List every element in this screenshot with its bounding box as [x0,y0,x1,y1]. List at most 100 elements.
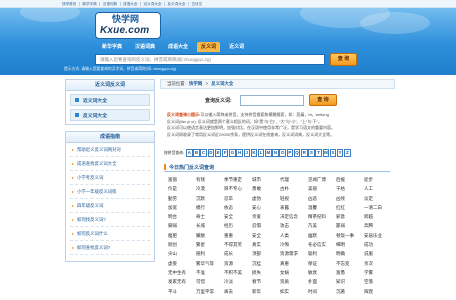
hot-word-link[interactable]: 如实 [280,287,308,296]
hot-word-link[interactable]: 虚妄 [168,259,196,268]
letter-button[interactable]: T [315,149,322,157]
hot-word-link[interactable]: 伶是 [168,184,196,193]
hot-word-link[interactable]: 沉挂 [252,259,280,268]
hot-word-link[interactable]: 损失 [252,268,280,277]
hot-word-link[interactable]: 虚伪 [252,194,280,203]
letter-button[interactable]: G [229,149,236,157]
hot-word-link[interactable]: 干枯 [336,184,364,193]
letter-button[interactable]: R [301,149,308,157]
hot-word-link[interactable]: 勇敢 [252,184,280,193]
hot-word-link[interactable]: 邪意 [336,212,364,221]
guide-item[interactable]: 小学一年级反义词练 [70,185,150,199]
hot-word-link[interactable]: 城市 [252,175,280,184]
guide-item[interactable]: 四年级反义词 [70,199,150,213]
top-link-xinhua[interactable]: 新华字典 [78,1,99,6]
hot-word-link[interactable]: 决定信念 [280,212,308,221]
letter-button[interactable]: A [186,149,193,157]
hot-word-link[interactable]: 表露 [280,203,308,212]
hot-word-link[interactable]: 乃美 [308,221,336,230]
hot-word-link[interactable]: 亲爱 [252,212,280,221]
guide-item[interactable]: 如何查找反义词? [70,241,150,255]
hot-word-link[interactable]: 模行 [196,203,224,212]
hot-word-link[interactable]: 安心 [252,203,280,212]
letter-button[interactable]: Z [344,149,351,157]
hot-word-link[interactable]: 季节重定 [224,175,252,184]
hot-word-link[interactable]: 轻视 [280,194,308,203]
letter-button[interactable]: D [207,149,215,157]
hot-word-link[interactable]: 冷漠 [196,184,224,193]
hot-word-link[interactable]: 后援 [336,175,364,184]
hot-word-link[interactable]: 学雾 [364,268,392,277]
top-link-synonym[interactable]: 近义词大全 [140,1,164,6]
sidebar-item-synonyms[interactable]: 近义词大全 [70,94,150,106]
hot-word-link[interactable]: 长城 [196,221,224,230]
hot-word-link[interactable]: 凶恶 [308,194,336,203]
hot-word-link[interactable]: 奔腾 [364,221,392,230]
letter-button[interactable]: P [286,149,294,157]
letter-button[interactable]: X [329,149,337,157]
hot-word-link[interactable]: 徒步 [364,175,392,184]
hot-word-link[interactable]: 细明 [336,240,364,249]
hot-word-link[interactable]: 温馨 [308,203,336,212]
hot-word-link[interactable]: 离去 [224,287,252,296]
hot-word-link[interactable]: 随利 [196,249,224,258]
hot-word-link[interactable]: 繁星 [196,240,224,249]
hot-word-link[interactable]: 空落 [364,277,392,286]
hot-word-link[interactable]: 尖山 [168,249,196,258]
guide-item[interactable]: 如何反义词什么 [70,227,150,241]
hot-word-link[interactable]: 知识 [336,277,364,286]
hot-word-link[interactable]: 真重 [280,259,308,268]
hot-word-link[interactable]: 脚弱 [168,221,196,230]
letter-button[interactable]: K [250,149,258,157]
hot-word-link[interactable]: 一清二白 [364,203,392,212]
hot-word-link[interactable]: 勤劳 [168,194,196,203]
top-link-chengyu[interactable]: 成语大全 [119,1,140,6]
hot-word-link[interactable]: 精茶纪料 [308,212,336,221]
hot-word-link[interactable]: 凶残 [336,194,364,203]
hot-word-link[interactable]: 真实 [252,240,280,249]
hot-word-link[interactable]: 成功 [364,240,392,249]
hot-word-link[interactable]: 万里平常 [196,287,224,296]
hot-word-link[interactable]: 顶部 [252,249,280,258]
hot-word-link[interactable]: 平斗 [168,287,196,296]
antonym-search-button[interactable]: 查 询 [309,94,337,106]
hot-word-link[interactable]: 目不专心 [224,184,252,193]
hot-word-link[interactable]: 幽默 [308,231,336,240]
hot-word-link[interactable]: 发家无有 [168,277,196,286]
top-link-antonym[interactable]: 反义词大全 [163,1,188,6]
hot-word-link[interactable]: 不积不美 [224,268,252,277]
hot-word-link[interactable]: 重重 [224,231,252,240]
hot-word-link[interactable]: 见闻广博 [308,175,336,184]
guide-item[interactable]: 小学考反义词 [70,171,150,185]
hot-word-link[interactable]: 聪利 [308,249,336,258]
antonym-search-input[interactable] [240,95,304,106]
search-button[interactable]: 查 询 [330,53,357,66]
hot-word-link[interactable]: 辉煌 [364,287,392,296]
letter-button[interactable]: J [243,149,250,157]
hot-word-link[interactable]: 资源 [224,259,252,268]
hot-word-link[interactable]: 敏衰 [308,268,336,277]
hot-word-link[interactable]: 代理 [280,175,308,184]
hot-word-link[interactable]: 攻击 [280,221,308,230]
hot-word-link[interactable]: 跨越 [364,212,392,221]
hot-word-link[interactable]: 依态 [224,203,252,212]
guide-item[interactable]: 如何找反义词? [70,213,150,227]
nav-item-chengyu[interactable]: 成语大全 [164,42,192,52]
hot-word-link[interactable]: 有钱 [196,175,224,184]
hot-word-link[interactable]: 不准 [196,268,224,277]
hot-word-link[interactable]: 冬必信实 [308,240,336,249]
hot-word-link[interactable]: 安全 [224,212,252,221]
sidebar-item-antonyms[interactable]: 反义词大全 [70,109,150,121]
hot-word-link[interactable]: 明确 [336,249,364,258]
hot-word-link[interactable]: 鄙弱 [336,221,364,230]
hot-word-link[interactable]: 红红 [336,203,364,212]
letter-button[interactable]: O [279,149,286,157]
hot-word-link[interactable]: 朦胧 [196,231,224,240]
hot-word-link[interactable]: 瘦肥 [168,231,196,240]
letter-button[interactable]: F [221,149,229,157]
hot-word-link[interactable]: 经历 [224,221,252,230]
hot-word-link[interactable]: 沉著 [336,287,364,296]
hot-word-link[interactable]: 成长 [224,249,252,258]
guide-item[interactable]: 帮助近义反义词网对对 [70,143,150,157]
nav-item-xinhua[interactable]: 新华字典 [98,42,126,52]
